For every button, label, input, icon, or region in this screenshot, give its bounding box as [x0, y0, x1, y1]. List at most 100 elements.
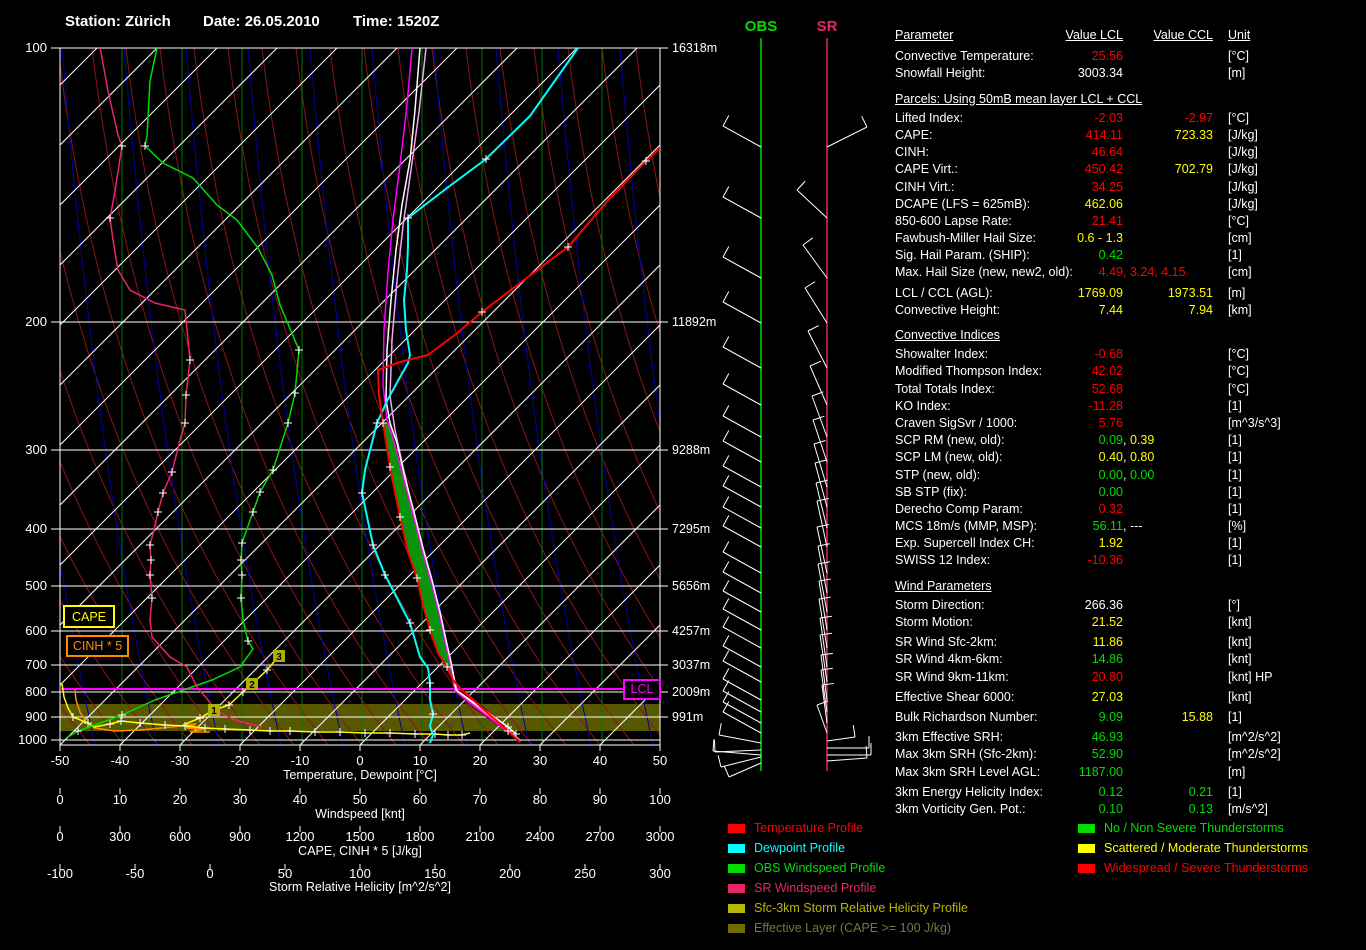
svg-text:1: 1: [211, 706, 217, 717]
table-row: CAPE: 414.11 723.33 [J/kg]: [895, 127, 1258, 142]
table-row: Total Totals Index: 52.68 [°C]: [895, 381, 1249, 396]
table-row: SCP RM (new, old): 0.09, 0.39 [1]: [895, 433, 1242, 448]
table-row: Max 3km SRH Level AGL: 1187.00 [m]: [895, 764, 1246, 779]
svg-text:0: 0: [56, 829, 63, 844]
svg-text:-50: -50: [51, 753, 70, 768]
table-row: Snowfall Height: 3003.34 [m]: [895, 66, 1246, 81]
legend-item: Effective Layer (CAPE >= 100 J/kg): [728, 918, 968, 938]
svg-text:11892m: 11892m: [672, 315, 716, 329]
obs-barb-column: OBS: [712, 18, 778, 778]
svg-text:0: 0: [356, 753, 363, 768]
svg-text:2009m: 2009m: [672, 685, 710, 699]
table-row: Max 3km SRH (Sfc-2km): 52.90 [m^2/s^2]: [895, 747, 1281, 762]
legend-item: Widespread / Severe Thunderstorms: [1078, 858, 1308, 878]
profile-legend: Temperature Profile Dewpoint Profile OBS W…: [728, 818, 968, 938]
table-row: Craven SigSvr / 1000: 5.76 [m^3/s^3]: [895, 415, 1281, 430]
svg-text:600: 600: [169, 829, 191, 844]
svg-text:3000: 3000: [646, 829, 675, 844]
sr-barb-column: SR: [796, 18, 872, 771]
table-row: 3km Effective SRH: 46.93 [m^2/s^2]: [895, 730, 1281, 745]
legend-swatch-icon: [728, 903, 745, 913]
svg-text:1000: 1000: [18, 732, 47, 747]
table-row: SCP LM (new, old): 0.40, 0.80 [1]: [895, 450, 1242, 465]
svg-text:3: 3: [276, 652, 282, 663]
svg-text:800: 800: [25, 684, 47, 699]
svg-text:2: 2: [249, 680, 255, 691]
svg-text:150: 150: [424, 866, 446, 881]
svg-text:-100: -100: [47, 866, 73, 881]
bottom-axes: -50 -40 -30 -20 -10 0 10 20 30 40 50Temperature, D…: [47, 745, 674, 894]
svg-text:LCL: LCL: [631, 682, 654, 696]
svg-text:OBS: OBS: [745, 18, 778, 35]
table-row: 3km Energy Helicity Index: 0.12 0.21 [1]: [895, 784, 1242, 799]
table-row: Modified Thompson Index: 42.02 [°C]: [895, 364, 1249, 379]
svg-text:500: 500: [25, 578, 47, 593]
table-row: STP (new, old): 0.00, 0.00 [1]: [895, 467, 1242, 482]
cape-label-box: CAPE: [63, 605, 115, 628]
svg-text:1500: 1500: [346, 829, 375, 844]
svg-text:100: 100: [349, 866, 371, 881]
section-title: Convective Indices: [895, 328, 1000, 342]
table-row: Lifted Index: -2.03 -2.97 [°C]: [895, 110, 1249, 125]
table-row: SWISS 12 Index: -10.36 [1]: [895, 553, 1242, 568]
svg-text:20: 20: [473, 753, 487, 768]
legend-item: Temperature Profile: [728, 818, 968, 838]
legend-item: Scattered / Moderate Thunderstorms: [1078, 838, 1308, 858]
table-row: Max. Hail Size (new, new2, old): 4.49, 3.…: [895, 265, 1252, 280]
table-row: CINH Virt.: 34.25 [J/kg]: [895, 179, 1258, 194]
parameter-table: Parameter Value LCL Value CCL Unit Convectiv…: [895, 27, 1360, 818]
legend-swatch-icon: [728, 823, 745, 833]
svg-text:100: 100: [25, 40, 47, 55]
svg-text:CAPE: CAPE: [72, 610, 106, 624]
table-row: Effective Shear 6000: 27.03 [knt]: [895, 689, 1252, 704]
svg-text:10: 10: [113, 792, 127, 807]
svg-text:CAPE, CINH * 5 [J/kg]: CAPE, CINH * 5 [J/kg]: [298, 844, 422, 858]
table-row: Bulk Richardson Number: 9.09 15.88 [1]: [895, 709, 1242, 724]
svg-text:300: 300: [25, 442, 47, 457]
svg-text:400: 400: [25, 521, 47, 536]
svg-text:30: 30: [233, 792, 247, 807]
legend-item: OBS Windspeed Profile: [728, 858, 968, 878]
svg-text:250: 250: [574, 866, 596, 881]
svg-text:90: 90: [593, 792, 607, 807]
table-row: SB STP (fix): 0.00 [1]: [895, 484, 1242, 499]
table-row: SR Wind Sfc-2km: 11.86 [knt]: [895, 635, 1252, 650]
table-row: Convective Height: 7.44 7.94 [km]: [895, 302, 1252, 317]
table-row: Convective Temperature: 25.56 [°C]: [895, 49, 1249, 64]
svg-text:200: 200: [499, 866, 521, 881]
sounding-app: { "header": { "station_label": "Station:…: [0, 0, 1366, 950]
lcl-label-box: LCL: [623, 679, 661, 700]
table-row: Fawbush-Miller Hail Size: 0.6 - 1.3 [cm]: [895, 231, 1252, 246]
table-row: LCL / CCL (AGL): 1769.09 1973.51 [m]: [895, 285, 1246, 300]
legend-swatch-icon: [1078, 863, 1095, 873]
svg-text:60: 60: [413, 792, 427, 807]
skewt-svg: 100 16318m200 11892m300 9288m400 7295m500 565…: [18, 18, 872, 894]
svg-text:1800: 1800: [406, 829, 435, 844]
svg-text:2400: 2400: [526, 829, 555, 844]
svg-text:Windspeed [knt]: Windspeed [knt]: [315, 807, 405, 821]
svg-text:0: 0: [56, 792, 63, 807]
svg-text:5656m: 5656m: [672, 579, 710, 593]
svg-text:CINH * 5: CINH * 5: [73, 639, 122, 653]
svg-text:70: 70: [473, 792, 487, 807]
legend-item: Dewpoint Profile: [728, 838, 968, 858]
svg-text:-30: -30: [171, 753, 190, 768]
svg-text:300: 300: [649, 866, 671, 881]
table-row: SR Wind 9km-11km: 20.80 [knt] HP: [895, 669, 1273, 684]
svg-text:1200: 1200: [286, 829, 315, 844]
legend-swatch-icon: [728, 883, 745, 893]
legend-item: SR Windspeed Profile: [728, 878, 968, 898]
svg-text:80: 80: [533, 792, 547, 807]
table-row: CINH: 46.64 [J/kg]: [895, 145, 1258, 160]
table-row: Storm Direction: 266.36 [°]: [895, 597, 1240, 612]
table-row: MCS 18m/s (MMP, MSP): 56.11, --- [%]: [895, 519, 1247, 534]
section-title: Wind Parameters: [895, 578, 992, 593]
svg-text:900: 900: [229, 829, 251, 844]
profiles: [61, 48, 660, 744]
table-row: 3km Vorticity Gen. Pot.: 0.10 0.13 [m/s^2]: [895, 801, 1268, 816]
svg-text:900: 900: [25, 709, 47, 724]
svg-text:700: 700: [25, 657, 47, 672]
svg-text:40: 40: [593, 753, 607, 768]
svg-text:16318m: 16318m: [672, 41, 717, 55]
svg-text:600: 600: [25, 623, 47, 638]
